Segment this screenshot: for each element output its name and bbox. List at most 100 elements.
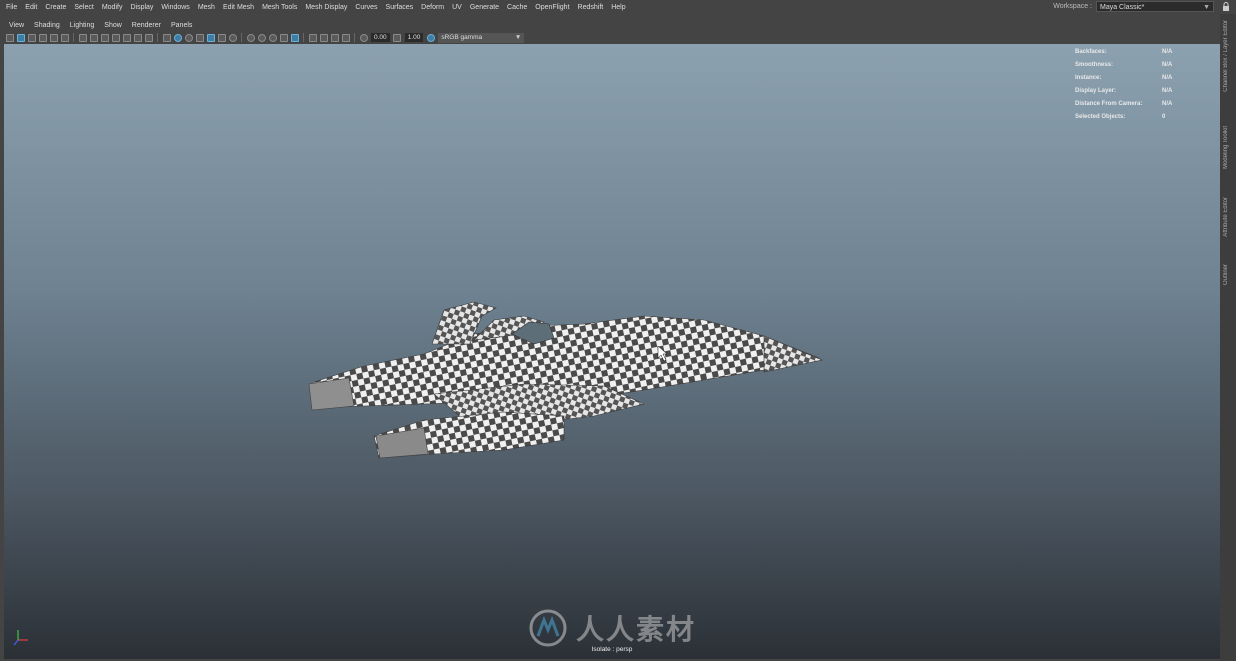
menu-curves[interactable]: Curves (351, 4, 381, 11)
image-plane-icon[interactable] (38, 33, 47, 42)
backface-culling-icon[interactable] (341, 33, 350, 42)
color-management-icon[interactable] (426, 33, 435, 42)
panel-menu-lighting[interactable]: Lighting (65, 22, 100, 29)
menu-deform[interactable]: Deform (417, 4, 448, 11)
menu-mesh-display[interactable]: Mesh Display (301, 4, 351, 11)
bookmark-icon[interactable] (27, 33, 36, 42)
menu-mesh-tools[interactable]: Mesh Tools (258, 4, 301, 11)
wireframe-on-shaded-icon[interactable] (195, 33, 204, 42)
tab-channel-box[interactable]: Channel Box / Layer Editor (1223, 20, 1229, 92)
menu-windows[interactable]: Windows (157, 4, 193, 11)
hud-label: Display Layer: (1075, 87, 1117, 94)
toolbar-divider (241, 33, 242, 42)
field-chart-icon[interactable] (122, 33, 131, 42)
workspace-label: Workspace : (1053, 3, 1092, 10)
menu-create[interactable]: Create (41, 4, 70, 11)
resolution-gate-icon[interactable] (100, 33, 109, 42)
menu-modify[interactable]: Modify (98, 4, 127, 11)
menu-display[interactable]: Display (126, 4, 157, 11)
hud-distance-from-camera: Distance From Camera: N/A (1075, 97, 1202, 110)
color-space-dropdown[interactable]: sRGB gamma ▼ (438, 32, 525, 43)
menu-surfaces[interactable]: Surfaces (382, 4, 418, 11)
panel-menu-renderer[interactable]: Renderer (127, 22, 166, 29)
camera-attributes-icon[interactable] (16, 33, 25, 42)
safe-title-icon[interactable] (144, 33, 153, 42)
menu-uv[interactable]: UV (448, 4, 466, 11)
hud-label: Backfaces: (1075, 48, 1107, 55)
hud-display-layer: Display Layer: N/A (1075, 84, 1202, 97)
panel-menu-view[interactable]: View (4, 22, 29, 29)
xray-icon[interactable] (308, 33, 317, 42)
3d-viewport[interactable]: Backfaces: N/A Smoothness: N/A Instance:… (4, 44, 1220, 659)
screen-space-ao-icon[interactable] (246, 33, 255, 42)
menu-edit[interactable]: Edit (21, 4, 41, 11)
shadows-icon[interactable] (228, 33, 237, 42)
lock-icon[interactable] (1222, 2, 1230, 11)
workspace-selector: Workspace : Maya Classic* ▼ (1053, 1, 1214, 12)
exposure-field[interactable]: 0.00 (371, 33, 390, 42)
toolbar-divider (303, 33, 304, 42)
panel-menu-show[interactable]: Show (99, 22, 127, 29)
heads-up-display: Backfaces: N/A Smoothness: N/A Instance:… (1075, 45, 1202, 123)
jet-model[interactable] (4, 44, 1220, 659)
hud-smoothness: Smoothness: N/A (1075, 58, 1202, 71)
camera-icon[interactable] (5, 33, 14, 42)
chevron-down-icon: ▼ (514, 33, 522, 41)
menu-cache[interactable]: Cache (503, 4, 531, 11)
gate-mask-icon[interactable] (111, 33, 120, 42)
use-all-lights-icon[interactable] (217, 33, 226, 42)
wireframe-icon[interactable] (162, 33, 171, 42)
hud-value: N/A (1162, 74, 1173, 81)
menu-redshift[interactable]: Redshift (574, 4, 608, 11)
camera-isolate-label: Isolate : persp (591, 646, 633, 653)
side-tab-strip: Channel Box / Layer Editor Modeling Tool… (1220, 14, 1236, 661)
workspace-value: Maya Classic* (1100, 4, 1145, 11)
gamma-icon[interactable] (393, 33, 402, 42)
color-space-value: sRGB gamma (441, 33, 483, 41)
gamma-field[interactable]: 1.00 (404, 33, 424, 42)
menu-file[interactable]: File (0, 4, 21, 11)
hud-label: Smoothness: (1075, 61, 1114, 68)
isolate-select-icon[interactable] (290, 33, 299, 42)
hud-selected-objects: Selected Objects: 0 (1075, 110, 1202, 123)
menu-openflight[interactable]: OpenFlight (531, 4, 573, 11)
main-menubar: File Edit Create Select Modify Display W… (0, 0, 1236, 14)
motion-blur-icon[interactable] (257, 33, 266, 42)
panel-menu-shading[interactable]: Shading (29, 22, 65, 29)
panel-toolbar: 0.00 1.00 sRGB gamma ▼ (4, 31, 1220, 44)
hud-label: Instance: (1075, 74, 1102, 81)
toolbar-divider (73, 33, 74, 42)
exposure-icon[interactable] (359, 33, 368, 42)
menu-generate[interactable]: Generate (466, 4, 503, 11)
grid-icon[interactable] (78, 33, 87, 42)
hud-label: Distance From Camera: (1075, 100, 1143, 107)
menu-help[interactable]: Help (607, 4, 629, 11)
xray-joints-icon[interactable] (330, 33, 339, 42)
watermark-text: 人人素材 (576, 613, 697, 646)
toolbar-divider (354, 33, 355, 42)
tab-attribute-editor[interactable]: Attribute Editor (1223, 197, 1229, 237)
tab-outliner[interactable]: Outliner (1223, 264, 1229, 285)
xray-active-components-icon[interactable] (319, 33, 328, 42)
2d-pan-zoom-icon[interactable] (49, 33, 58, 42)
toolbar-divider (157, 33, 158, 42)
safe-action-icon[interactable] (133, 33, 142, 42)
workspace-dropdown[interactable]: Maya Classic* ▼ (1096, 1, 1214, 12)
hud-backfaces: Backfaces: N/A (1075, 45, 1202, 58)
multisample-aa-icon[interactable] (268, 33, 277, 42)
hud-value: N/A (1162, 61, 1173, 68)
grease-pencil-icon[interactable] (60, 33, 69, 42)
depth-of-field-icon[interactable] (279, 33, 288, 42)
hud-value: N/A (1162, 48, 1173, 55)
smooth-shade-icon[interactable] (173, 33, 182, 42)
menu-select[interactable]: Select (70, 4, 97, 11)
hud-value: N/A (1162, 100, 1173, 107)
watermark-logo: 人人素材 (528, 608, 696, 648)
menu-edit-mesh[interactable]: Edit Mesh (219, 4, 258, 11)
menu-mesh[interactable]: Mesh (194, 4, 219, 11)
panel-menu-panels[interactable]: Panels (166, 22, 197, 29)
tab-modeling-toolkit[interactable]: Modeling Toolkit (1223, 126, 1229, 169)
textured-icon[interactable] (206, 33, 215, 42)
film-gate-icon[interactable] (89, 33, 98, 42)
default-material-icon[interactable] (184, 33, 193, 42)
